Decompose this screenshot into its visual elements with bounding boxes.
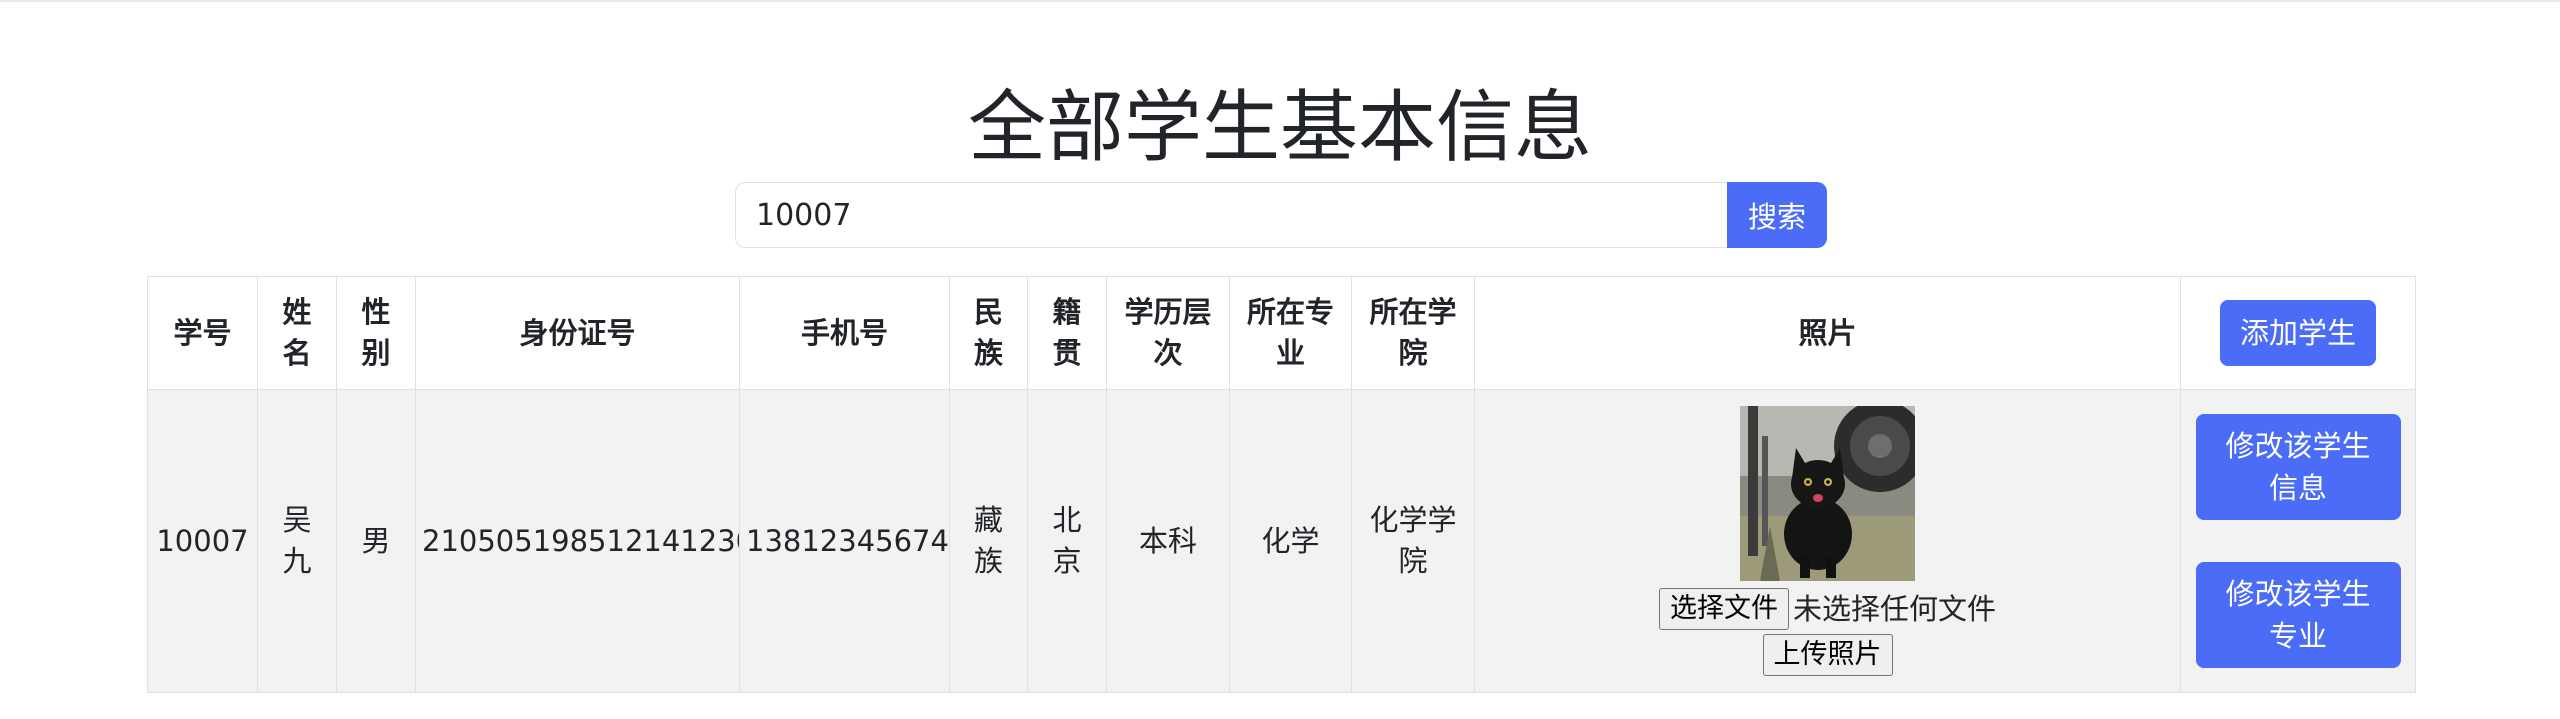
header-ethnicity: 民族 <box>949 276 1028 390</box>
edit-student-info-button[interactable]: 修改该学生信息 <box>2195 414 2401 520</box>
header-photo: 照片 <box>1474 276 2181 390</box>
header-name: 姓名 <box>257 276 337 390</box>
cell-id-card: 210505198512141230 <box>415 389 740 693</box>
cell-phone: 13812345674 <box>739 389 950 693</box>
cell-major: 化学 <box>1229 389 1352 693</box>
cell-actions: 修改该学生信息 修改该学生专业 <box>2180 389 2416 693</box>
header-student-id: 学号 <box>147 276 258 390</box>
cell-name: 吴九 <box>257 389 337 693</box>
page-title: 全部学生基本信息 <box>967 83 1592 173</box>
upload-photo-button[interactable]: 上传照片 <box>1762 634 1893 676</box>
header-major: 所在专业 <box>1229 276 1352 390</box>
cell-native-place: 北京 <box>1027 389 1107 693</box>
cat-photo-image <box>1740 406 1915 581</box>
upload-row: 上传照片 <box>1481 633 2174 676</box>
top-divider <box>0 0 2560 2</box>
header-education: 学历层次 <box>1106 276 1230 390</box>
search-button[interactable]: 搜索 <box>1727 182 1827 248</box>
file-chooser: 选择文件 未选择任何文件 <box>1481 585 2174 631</box>
search-bar: 搜索 <box>735 182 1827 248</box>
file-status-text: 未选择任何文件 <box>1792 592 1996 626</box>
search-input[interactable] <box>735 182 1727 248</box>
table-header-row: 学号 姓名 性别 身份证号 手机号 民族 籍贯 学历层次 所在专业 所在学院 照… <box>147 276 2416 390</box>
header-gender: 性别 <box>336 276 416 390</box>
header-native-place: 籍贯 <box>1027 276 1107 390</box>
cell-photo: 选择文件 未选择任何文件 上传照片 <box>1474 389 2181 693</box>
table-row: 10007 吴九 男 210505198512141230 1381234567… <box>147 389 2416 693</box>
header-college: 所在学院 <box>1351 276 1475 390</box>
cell-college: 化学学院 <box>1351 389 1475 693</box>
cell-education: 本科 <box>1106 389 1230 693</box>
black-cat-photo <box>1740 406 1915 581</box>
header-id-card: 身份证号 <box>415 276 740 390</box>
choose-file-button[interactable]: 选择文件 <box>1658 588 1789 630</box>
student-table: 学号 姓名 性别 身份证号 手机号 民族 籍贯 学历层次 所在专业 所在学院 照… <box>147 276 2416 693</box>
cell-ethnicity: 藏族 <box>949 389 1028 693</box>
header-phone: 手机号 <box>739 276 950 390</box>
cell-gender: 男 <box>336 389 416 693</box>
header-actions: 添加学生 <box>2180 276 2416 390</box>
edit-student-major-button[interactable]: 修改该学生专业 <box>2195 562 2401 668</box>
cell-student-id: 10007 <box>147 389 258 693</box>
add-student-button[interactable]: 添加学生 <box>2220 300 2376 366</box>
